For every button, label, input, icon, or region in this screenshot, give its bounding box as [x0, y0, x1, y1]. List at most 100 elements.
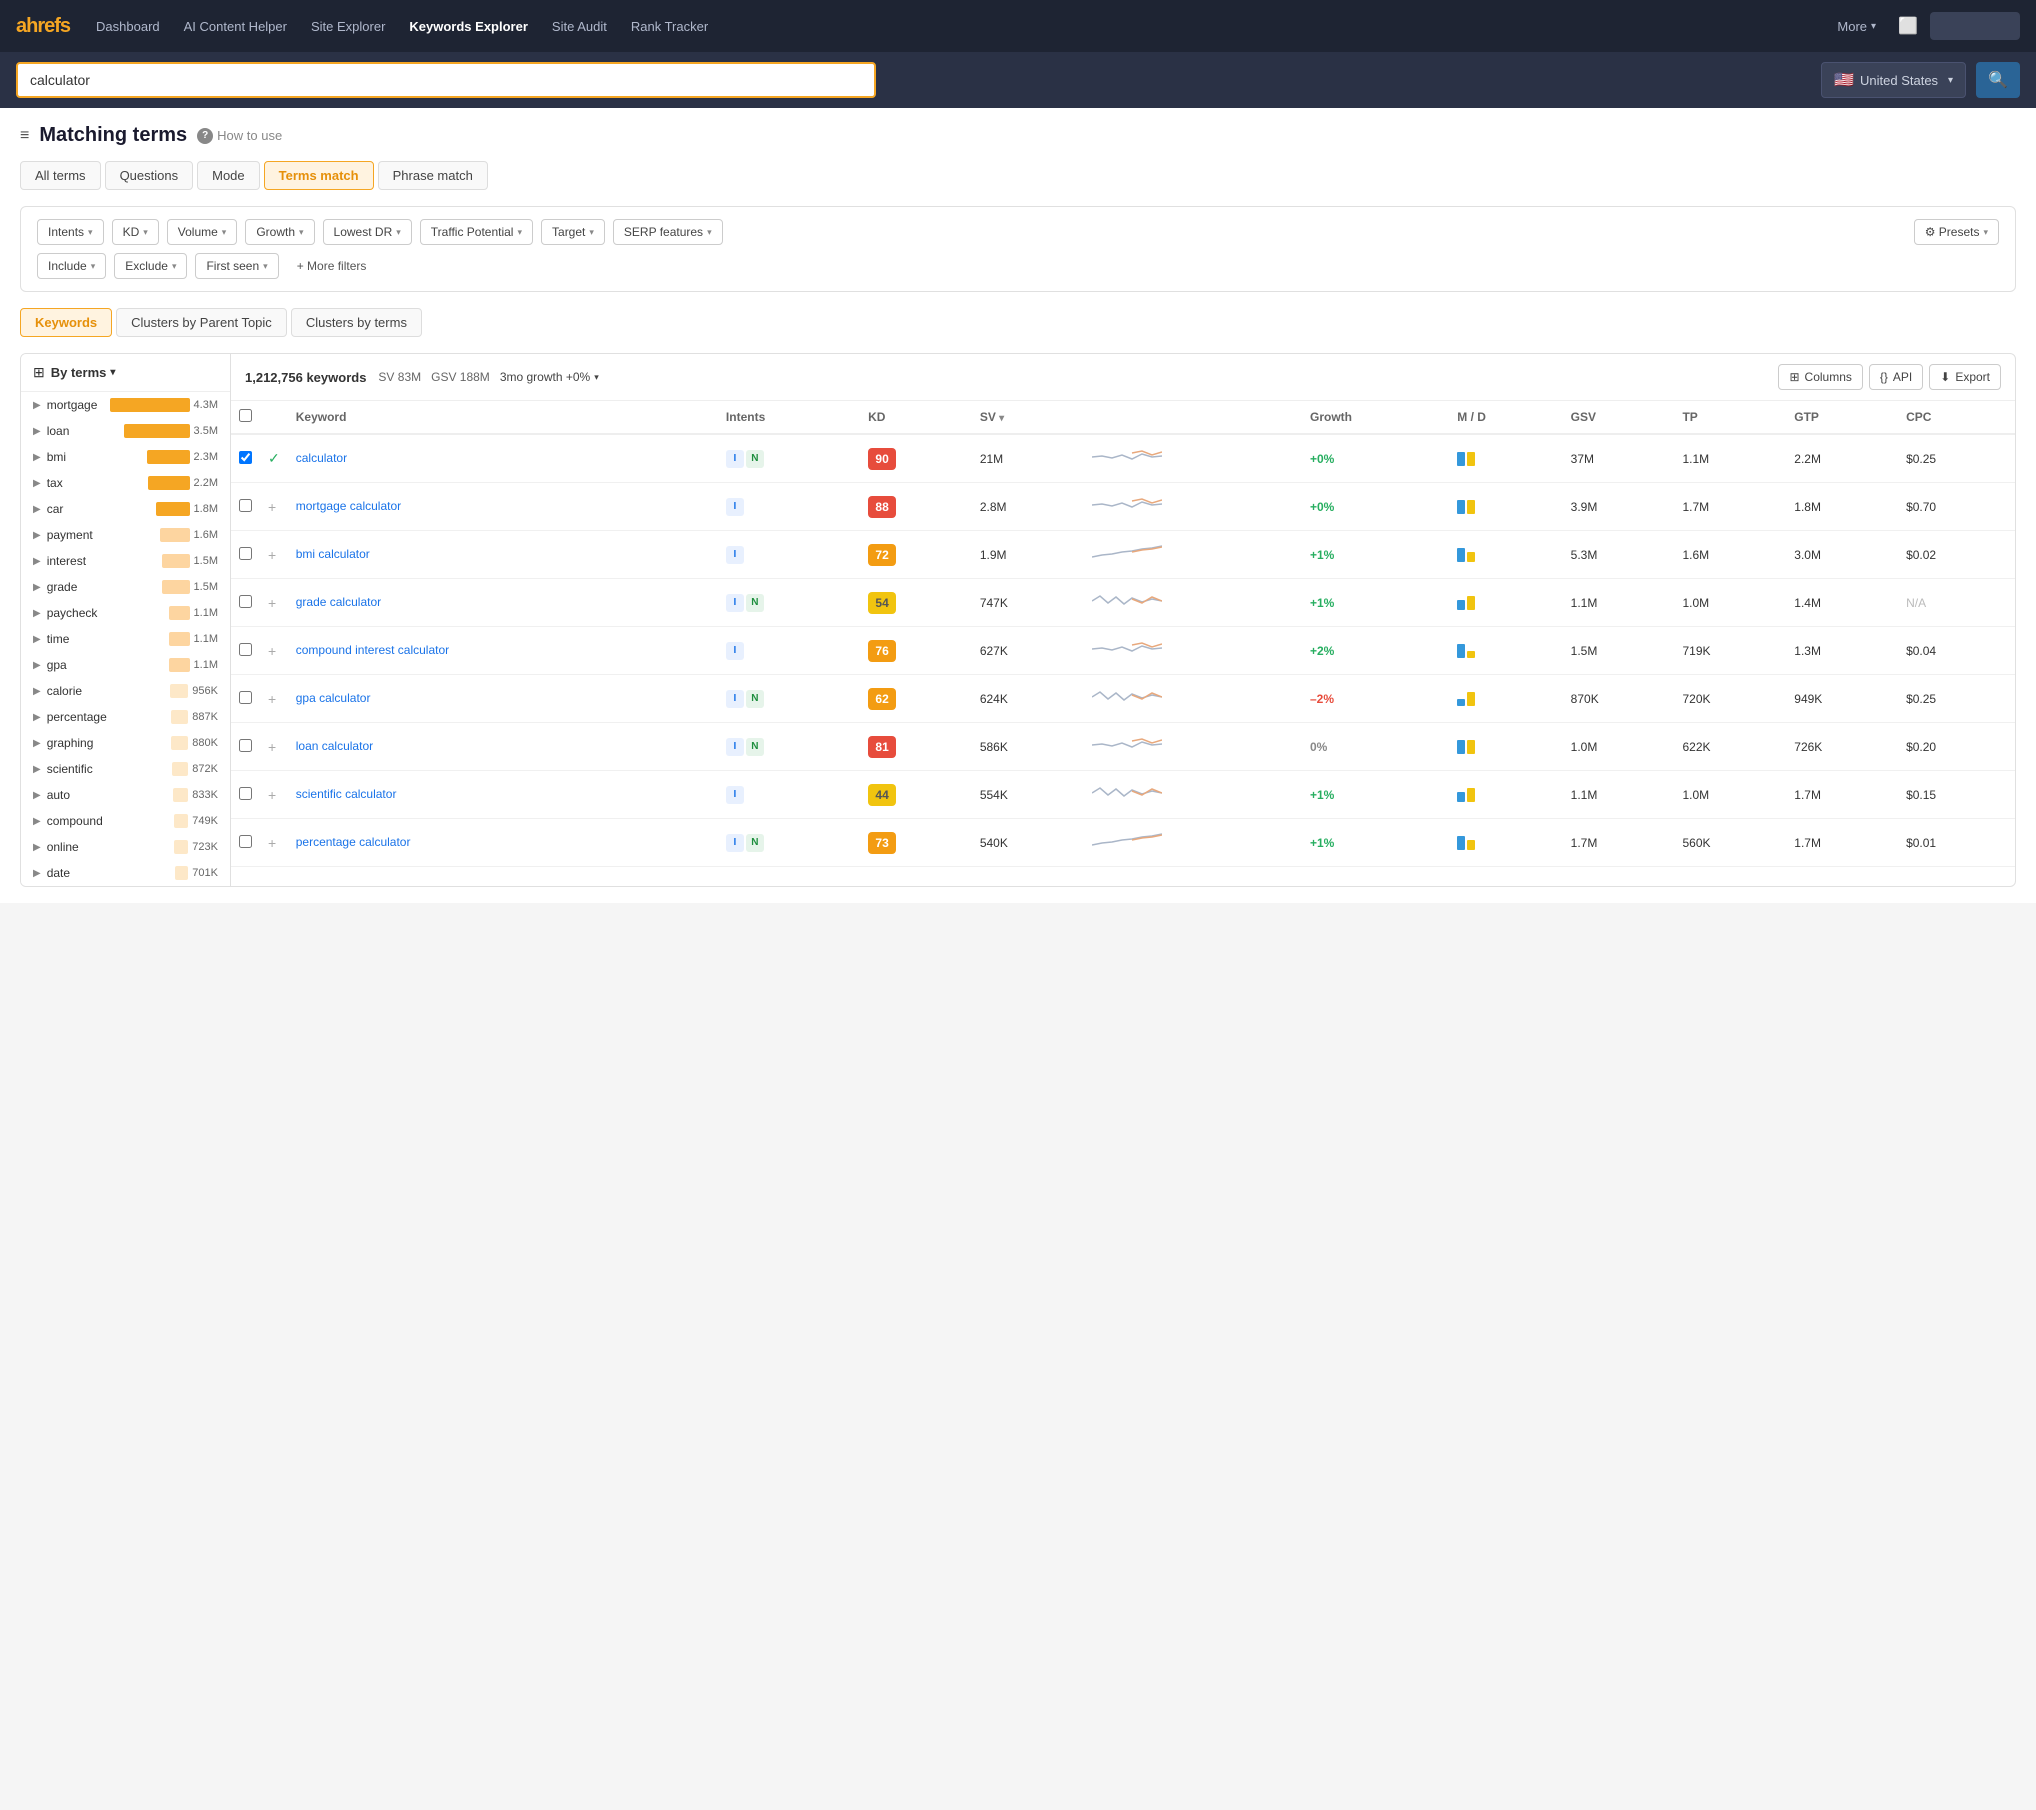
filter-target[interactable]: Target: [541, 219, 605, 245]
how-to-use-link[interactable]: ? How to use: [197, 128, 282, 144]
row-checkbox[interactable]: [239, 643, 252, 656]
th-sv[interactable]: SV ▾: [972, 401, 1084, 434]
plus-icon[interactable]: +: [268, 787, 276, 803]
nav-link-dashboard[interactable]: Dashboard: [86, 13, 170, 40]
nav-user-avatar[interactable]: [1930, 12, 2020, 40]
tab-phrase-match[interactable]: Phrase match: [378, 161, 488, 190]
filter-serp-features[interactable]: SERP features: [613, 219, 723, 245]
row-keyword-cell: gpa calculator: [288, 675, 718, 723]
export-button[interactable]: ⬇ Export: [1929, 364, 2001, 390]
keyword-link[interactable]: mortgage calculator: [296, 499, 401, 513]
nav-more-button[interactable]: More: [1827, 13, 1886, 40]
growth-filter[interactable]: 3mo growth +0%: [500, 370, 599, 384]
sidebar-item-graphing[interactable]: ▶ graphing 880K: [21, 730, 230, 756]
sidebar-item-date[interactable]: ▶ date 701K: [21, 860, 230, 886]
sidebar-item-interest[interactable]: ▶ interest 1.5M: [21, 548, 230, 574]
tab-mode[interactable]: Mode: [197, 161, 260, 190]
filter-intents[interactable]: Intents: [37, 219, 104, 245]
filter-presets[interactable]: ⚙ Presets: [1914, 219, 1999, 245]
sidebar-item-grade[interactable]: ▶ grade 1.5M: [21, 574, 230, 600]
sidebar-item-gpa[interactable]: ▶ gpa 1.1M: [21, 652, 230, 678]
filter-kd[interactable]: KD: [112, 219, 159, 245]
nav-link-rank-tracker[interactable]: Rank Tracker: [621, 13, 718, 40]
by-terms-button[interactable]: By terms: [51, 365, 116, 380]
keyword-link[interactable]: gpa calculator: [296, 691, 371, 705]
sort-arrow: ▾: [999, 413, 1004, 424]
columns-button[interactable]: ⊞ Columns: [1778, 364, 1862, 390]
view-tab-clusters-by-parent-topic[interactable]: Clusters by Parent Topic: [116, 308, 287, 337]
nav-link-site-explorer[interactable]: Site Explorer: [301, 13, 395, 40]
intent-badge-i: I: [726, 594, 744, 612]
filter-growth[interactable]: Growth: [245, 219, 314, 245]
sidebar-item-online[interactable]: ▶ online 723K: [21, 834, 230, 860]
keyword-link[interactable]: compound interest calculator: [296, 643, 449, 657]
hamburger-icon[interactable]: ≡: [20, 127, 29, 145]
plus-icon[interactable]: +: [268, 739, 276, 755]
sidebar-item-car[interactable]: ▶ car 1.8M: [21, 496, 230, 522]
row-checkbox[interactable]: [239, 691, 252, 704]
plus-icon[interactable]: +: [268, 643, 276, 659]
sidebar-item-percentage[interactable]: ▶ percentage 887K: [21, 704, 230, 730]
row-checkbox[interactable]: [239, 547, 252, 560]
row-checkbox[interactable]: [239, 835, 252, 848]
row-cpc-cell: $0.25: [1898, 434, 2015, 483]
nav-link-keywords-explorer[interactable]: Keywords Explorer: [399, 13, 538, 40]
plus-icon[interactable]: +: [268, 499, 276, 515]
plus-icon[interactable]: +: [268, 835, 276, 851]
sidebar-item-paycheck[interactable]: ▶ paycheck 1.1M: [21, 600, 230, 626]
keyword-link[interactable]: bmi calculator: [296, 547, 370, 561]
keyword-link[interactable]: percentage calculator: [296, 835, 411, 849]
nav-link-site-audit[interactable]: Site Audit: [542, 13, 617, 40]
sidebar-item-compound[interactable]: ▶ compound 749K: [21, 808, 230, 834]
plus-icon[interactable]: +: [268, 691, 276, 707]
sidebar-item-scientific[interactable]: ▶ scientific 872K: [21, 756, 230, 782]
app-logo[interactable]: ahrefs: [16, 15, 70, 38]
row-checkbox[interactable]: [239, 451, 252, 464]
nav-monitor-icon[interactable]: ⬜: [1890, 10, 1926, 42]
sidebar-item-tax[interactable]: ▶ tax 2.2M: [21, 470, 230, 496]
keyword-link[interactable]: grade calculator: [296, 595, 381, 609]
sidebar-item-loan[interactable]: ▶ loan 3.5M: [21, 418, 230, 444]
keyword-link[interactable]: scientific calculator: [296, 787, 397, 801]
filter-first-seen[interactable]: First seen: [195, 253, 278, 279]
filter-traffic-potential[interactable]: Traffic Potential: [420, 219, 533, 245]
row-tp-cell: 1.1M: [1674, 434, 1786, 483]
filter-lowest-dr[interactable]: Lowest DR: [323, 219, 412, 245]
sidebar-item-count: 880K: [192, 737, 218, 749]
filter-volume[interactable]: Volume: [167, 219, 238, 245]
sidebar-item-mortgage[interactable]: ▶ mortgage 4.3M: [21, 392, 230, 418]
plus-icon[interactable]: +: [268, 595, 276, 611]
row-action-cell: +: [260, 723, 288, 771]
tab-questions[interactable]: Questions: [105, 161, 194, 190]
sidebar-item-auto[interactable]: ▶ auto 833K: [21, 782, 230, 808]
search-input[interactable]: [16, 62, 876, 98]
sidebar-item-payment[interactable]: ▶ payment 1.6M: [21, 522, 230, 548]
sidebar-item-time[interactable]: ▶ time 1.1M: [21, 626, 230, 652]
plus-icon[interactable]: +: [268, 547, 276, 563]
api-button[interactable]: {} API: [1869, 364, 1923, 390]
row-md-cell: [1449, 579, 1562, 627]
row-checkbox[interactable]: [239, 739, 252, 752]
search-button[interactable]: 🔍: [1976, 62, 2020, 98]
view-tabs: KeywordsClusters by Parent TopicClusters…: [20, 308, 2016, 337]
filter-include[interactable]: Include: [37, 253, 106, 279]
tab-all-terms[interactable]: All terms: [20, 161, 101, 190]
nav-link-ai-content[interactable]: AI Content Helper: [174, 13, 297, 40]
sidebar-item-bmi[interactable]: ▶ bmi 2.3M: [21, 444, 230, 470]
country-selector[interactable]: 🇺🇸 United States: [1821, 62, 1966, 98]
sparkline-svg: [1092, 635, 1162, 663]
view-tab-keywords[interactable]: Keywords: [20, 308, 112, 337]
keyword-link[interactable]: calculator: [296, 451, 347, 465]
tab-terms-match[interactable]: Terms match: [264, 161, 374, 190]
filter-exclude[interactable]: Exclude: [114, 253, 187, 279]
row-cpc-cell: $0.25: [1898, 675, 2015, 723]
more-filters-button[interactable]: + More filters: [287, 253, 377, 279]
view-tab-clusters-by-terms[interactable]: Clusters by terms: [291, 308, 422, 337]
md-bar-group: [1457, 788, 1554, 802]
row-checkbox[interactable]: [239, 499, 252, 512]
keyword-link[interactable]: loan calculator: [296, 739, 373, 753]
select-all-checkbox[interactable]: [239, 409, 252, 422]
row-checkbox[interactable]: [239, 595, 252, 608]
row-checkbox[interactable]: [239, 787, 252, 800]
sidebar-item-calorie[interactable]: ▶ calorie 956K: [21, 678, 230, 704]
